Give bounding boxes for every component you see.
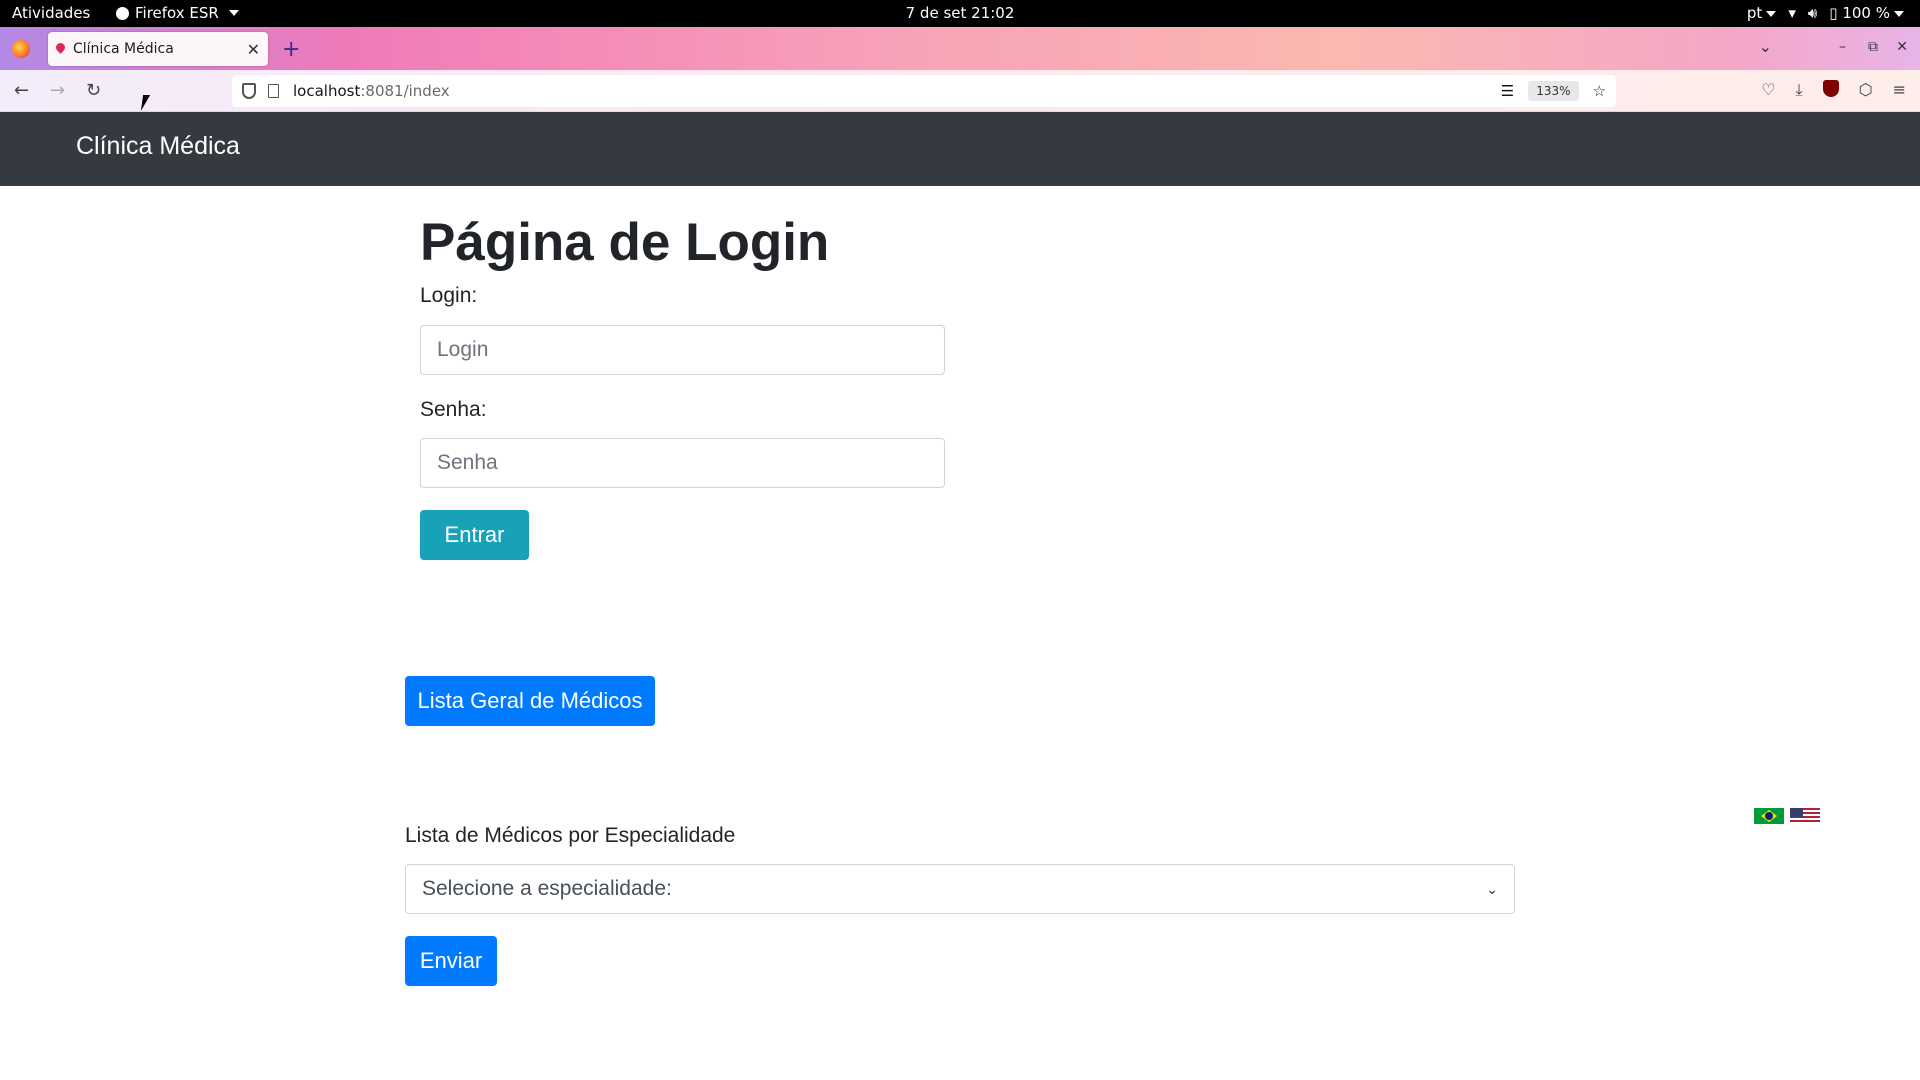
battery-indicator: ▯ 100 % xyxy=(1829,4,1904,22)
login-input[interactable]: Login xyxy=(420,325,945,375)
system-tray[interactable]: pt ▾ 🔊︎ ▯ 100 % xyxy=(1747,4,1904,22)
map-pin-icon xyxy=(56,43,65,55)
pocket-icon[interactable]: ♡ xyxy=(1761,80,1775,100)
login-label: Login: xyxy=(420,284,478,307)
restore-icon[interactable]: ⧉ xyxy=(1868,39,1878,55)
close-window-icon[interactable]: ✕ xyxy=(1896,39,1908,55)
language-indicator[interactable]: pt xyxy=(1747,4,1777,22)
new-tab-button[interactable]: + xyxy=(282,37,300,62)
chevron-down-icon xyxy=(1894,10,1904,17)
browser-tab[interactable]: Clínica Médica ✕ xyxy=(48,32,268,66)
ublock-icon[interactable] xyxy=(1822,80,1839,97)
url-host: localhost xyxy=(293,82,361,100)
password-input[interactable]: Senha xyxy=(420,438,945,488)
tab-strip: Clínica Médica ✕ + ⌄ – ⧉ ✕ xyxy=(0,27,1920,70)
reader-view-icon[interactable]: ☰ xyxy=(1501,82,1514,100)
back-arrow-icon[interactable]: ← xyxy=(14,80,29,101)
specialty-label: Lista de Médicos por Especialidade xyxy=(405,824,736,847)
shield-icon[interactable] xyxy=(242,83,256,99)
battery-icon: ▯ xyxy=(1829,4,1838,22)
specialty-select[interactable]: Selecione a especialidade: ⌄ xyxy=(405,864,1515,914)
chevron-down-icon[interactable]: ⌄ xyxy=(1759,37,1772,56)
site-brand[interactable]: Clínica Médica xyxy=(76,132,240,161)
chevron-down-icon: ⌄ xyxy=(1486,880,1498,897)
system-top-bar: Atividades Firefox ESR 7 de set 21:02 pt… xyxy=(0,0,1920,27)
close-icon[interactable]: ✕ xyxy=(247,40,260,59)
specialty-select-value: Selecione a especialidade: xyxy=(422,877,672,900)
chevron-down-icon xyxy=(1766,10,1777,17)
usa-flag-icon[interactable] xyxy=(1790,808,1820,824)
firefox-view-icon[interactable] xyxy=(12,40,30,58)
download-icon[interactable]: ⤓ xyxy=(1796,80,1803,100)
site-navbar: Clínica Médica xyxy=(0,112,1920,186)
reload-icon[interactable]: ↻ xyxy=(86,80,101,101)
password-label: Senha: xyxy=(420,398,487,421)
tab-title: Clínica Médica xyxy=(73,41,174,57)
forward-arrow-icon[interactable]: → xyxy=(50,80,65,101)
url-bar[interactable]: localhost:8081/index ☰ 133% ☆ xyxy=(232,75,1616,107)
navigation-toolbar: ← → ↻ localhost:8081/index ☰ 133% ☆ ♡ ⤓ … xyxy=(0,70,1920,112)
page-title: Página de Login xyxy=(420,213,830,272)
star-icon[interactable]: ☆ xyxy=(1593,82,1606,100)
clock[interactable]: 7 de set 21:02 xyxy=(906,4,1015,22)
minimize-icon[interactable]: – xyxy=(1839,39,1846,55)
brazil-flag-icon[interactable] xyxy=(1754,808,1784,824)
list-all-doctors-button[interactable]: Lista Geral de Médicos xyxy=(405,676,655,726)
send-button[interactable]: Enviar xyxy=(405,936,497,986)
extensions-icon[interactable]: ⬡ xyxy=(1859,80,1873,100)
wifi-icon: ▾ xyxy=(1788,4,1796,22)
url-path: :8081/index xyxy=(360,82,450,100)
volume-icon: 🔊︎ xyxy=(1807,4,1818,22)
hamburger-menu-icon[interactable]: ≡ xyxy=(1893,80,1906,100)
page-icon[interactable] xyxy=(268,84,279,98)
mouse-cursor xyxy=(140,95,158,111)
zoom-indicator[interactable]: 133% xyxy=(1528,81,1579,101)
login-submit-button[interactable]: Entrar xyxy=(420,510,529,560)
